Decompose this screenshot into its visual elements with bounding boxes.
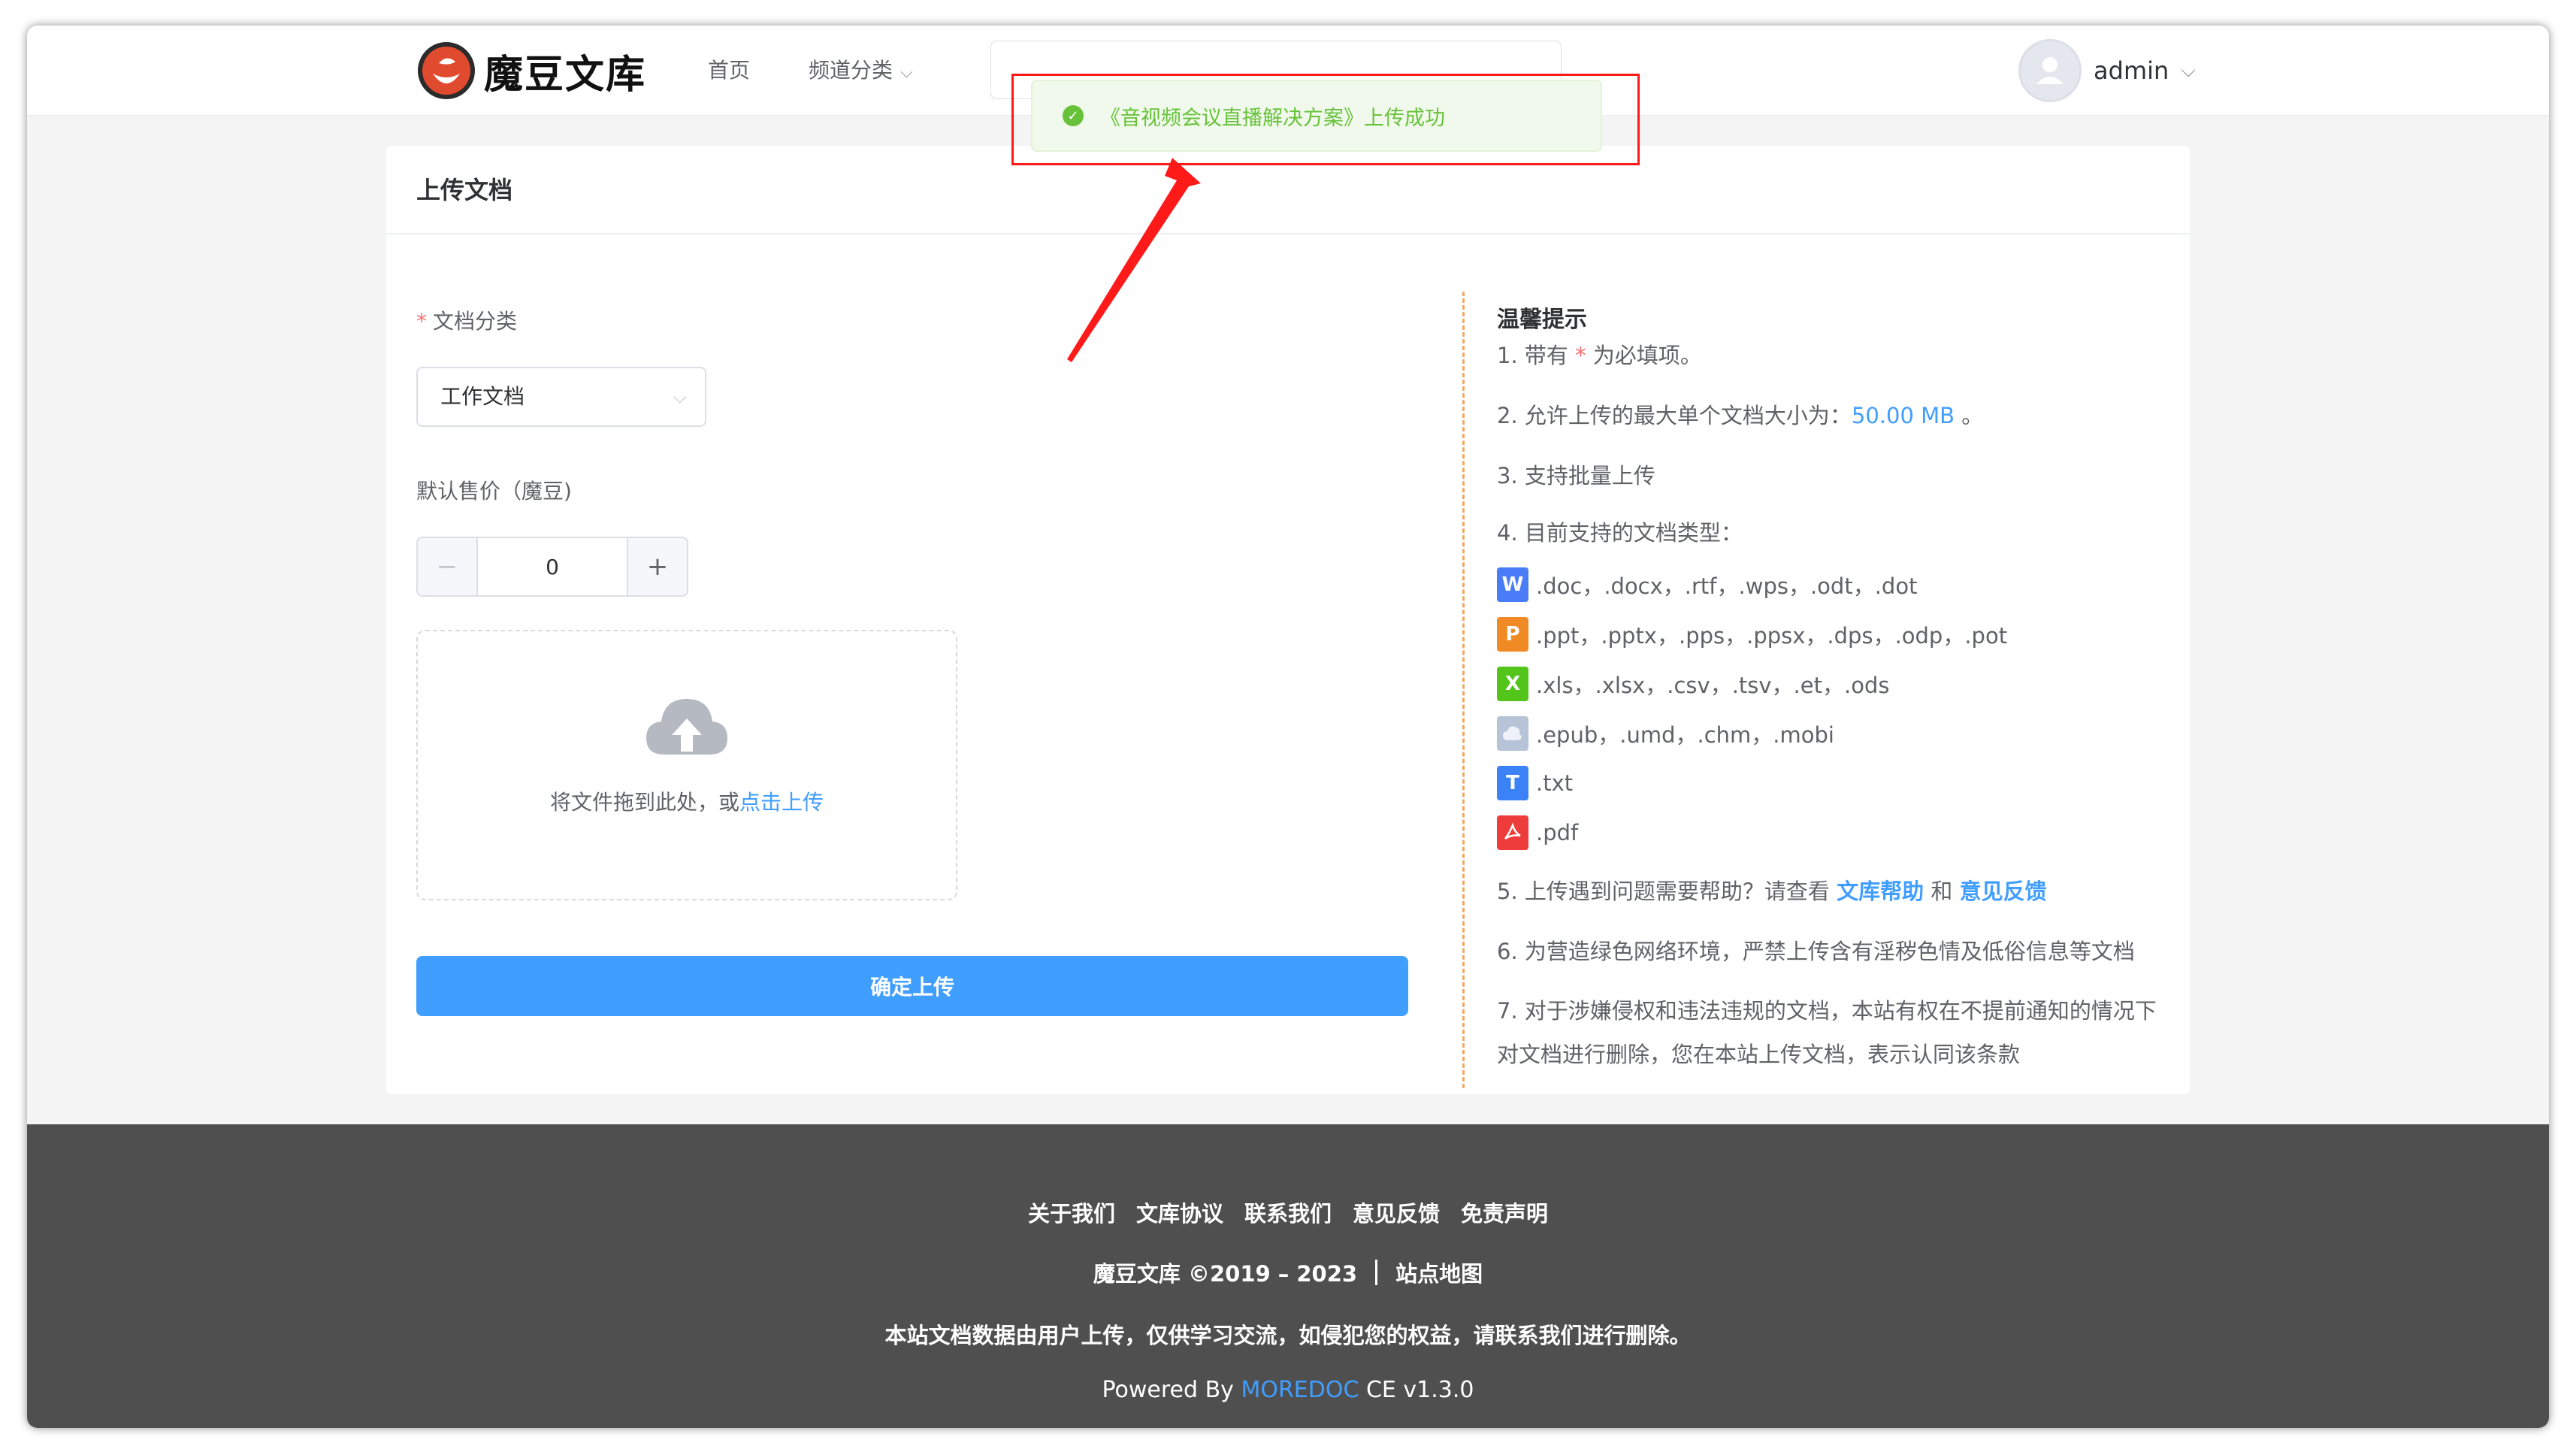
filetype-row: T .txt <box>1497 765 1573 801</box>
tip-4: 4. 目前支持的文档类型： <box>1497 520 1743 546</box>
dropzone-text: 将文件拖到此处，或点击上传 <box>418 786 956 816</box>
tip-7-line-2: 对文档进行删除，您在本站上传文档，表示认同该条款 <box>1497 1042 2021 1067</box>
filetype-exts: .ppt，.pptx，.pps，.ppsx，.dps，.odp，.pot <box>1536 623 2008 649</box>
tips-title: 温馨提示 <box>1497 307 1587 333</box>
annotation-highlight-box <box>1011 74 1640 165</box>
sitemap-link[interactable]: 站点地图 <box>1395 1257 1483 1288</box>
category-label-text: 文档分类 <box>433 309 518 334</box>
help-link[interactable]: 文库帮助 <box>1837 879 1924 904</box>
avatar[interactable] <box>2018 39 2082 102</box>
tip-1: 1. 带有 * 为必填项。 <box>1497 334 1702 377</box>
dashed-divider <box>1462 292 1465 1088</box>
chevron-down-icon: ⌵ <box>2181 59 2196 82</box>
tip-5-and: 和 <box>1930 879 1953 904</box>
logo-text: 魔豆文库 <box>484 52 647 98</box>
footer-link-disclaimer[interactable]: 免责声明 <box>1461 1196 1548 1228</box>
nav-home-label: 首页 <box>708 58 751 83</box>
filetype-exts: .txt <box>1536 770 1574 796</box>
powered-prefix: Powered By <box>1102 1377 1241 1403</box>
price-stepper: − 0 + <box>416 537 688 597</box>
excel-icon: X <box>1497 667 1528 701</box>
filetype-exts: .doc，.docx，.rtf，.wps，.odt，.dot <box>1536 573 1918 599</box>
footer-link-agreement[interactable]: 文库协议 <box>1136 1196 1223 1228</box>
copyright: 魔豆文库 ©2019 – 2023 <box>1093 1261 1358 1287</box>
tip-1-b: 为必填项。 <box>1592 343 1702 368</box>
cloud-upload-icon <box>646 699 727 755</box>
filetype-row: X .xls，.xlsx，.csv，.tsv，.et，.ods <box>1497 666 1889 702</box>
max-size: 50.00 MB <box>1851 403 1955 428</box>
price-input[interactable]: 0 <box>478 538 627 595</box>
category-label: * 文档分类 <box>416 305 517 335</box>
footer-link-about[interactable]: 关于我们 <box>1028 1196 1115 1228</box>
logo-icon <box>418 42 475 99</box>
tip-5: 5. 上传遇到问题需要帮助？请查看 文库帮助 和 意见反馈 <box>1497 870 2047 913</box>
tip-2-b: 。 <box>1961 403 1984 428</box>
nav-home[interactable]: 首页 <box>708 54 750 84</box>
footer-link-contact[interactable]: 联系我们 <box>1244 1196 1332 1228</box>
tip-3: 3. 支持批量上传 <box>1497 463 1655 489</box>
word-icon: W <box>1497 567 1528 602</box>
click-upload-link[interactable]: 点击上传 <box>739 790 824 815</box>
decrement-button[interactable]: − <box>418 538 478 595</box>
category-select[interactable]: 工作文档 ⌵ <box>416 367 706 427</box>
tip-2: 2. 允许上传的最大单个文档大小为：50.00 MB 。 <box>1497 394 1983 437</box>
filetype-exts: .pdf <box>1536 820 1579 845</box>
pdf-icon <box>1497 815 1528 850</box>
username: admin <box>2094 56 2169 85</box>
tip-1-a: 1. 带有 <box>1497 343 1568 368</box>
upload-card: 上传文档 * 文档分类 工作文档 ⌵ 默认售价（魔豆) − 0 + 将文件拖到此处… <box>386 146 2190 1094</box>
filetype-row: .epub，.umd，.chm，.mobi <box>1497 715 1834 752</box>
upload-dropzone[interactable]: 将文件拖到此处，或点击上传 <box>416 630 957 900</box>
ppt-icon: P <box>1497 617 1528 652</box>
separator <box>1375 1260 1378 1285</box>
nav-categories-label: 频道分类 <box>809 58 893 83</box>
chevron-down-icon: ⌵ <box>673 386 687 407</box>
footer-copyright-row: 魔豆文库 ©2019 – 2023 站点地图 <box>27 1257 2549 1288</box>
user-menu[interactable]: admin ⌵ <box>2018 39 2196 102</box>
epub-icon <box>1497 716 1528 751</box>
category-value: 工作文档 <box>440 384 525 409</box>
site-logo[interactable]: 魔豆文库 <box>416 41 646 101</box>
tip-1-star: * <box>1575 343 1586 368</box>
price-label: 默认售价（魔豆) <box>416 479 572 504</box>
tip-5-a: 5. 上传遇到问题需要帮助？请查看 <box>1497 879 1830 904</box>
filetype-row: P .ppt，.pptx，.pps，.ppsx，.dps，.odp，.pot <box>1497 616 2007 652</box>
footer-links: 关于我们 文库协议 联系我们 意见反馈 免责声明 <box>27 1196 2549 1228</box>
footer-link-feedback[interactable]: 意见反馈 <box>1353 1196 1440 1228</box>
nav-categories[interactable]: 频道分类 ⌵ <box>809 54 913 84</box>
browser-window: 魔豆文库 首页 频道分类 ⌵ admin ⌵ 上传文档 * 文档分类 工作文档 ⌵ <box>27 26 2549 1428</box>
dropzone-hint: 将文件拖到此处，或 <box>549 790 739 815</box>
user-icon <box>2036 57 2064 84</box>
site-footer: 关于我们 文库协议 联系我们 意见反馈 免责声明 魔豆文库 ©2019 – 20… <box>27 1124 2549 1428</box>
footer-notice: 本站文档数据由用户上传，仅供学习交流，如侵犯您的权益，请联系我们进行删除。 <box>884 1323 1692 1348</box>
filetype-exts: .xls，.xlsx，.csv，.tsv，.et，.ods <box>1536 673 1890 698</box>
powered-suffix: CE v1.3.0 <box>1359 1377 1474 1403</box>
chevron-down-icon: ⌵ <box>900 63 913 82</box>
feedback-link[interactable]: 意见反馈 <box>1960 879 2047 904</box>
filetype-row: .pdf <box>1497 815 1578 851</box>
submit-upload-button[interactable]: 确定上传 <box>416 956 1408 1016</box>
filetype-row: W .doc，.docx，.rtf，.wps，.odt，.dot <box>1497 567 1917 603</box>
increment-button[interactable]: + <box>627 538 687 595</box>
txt-icon: T <box>1497 766 1528 800</box>
moredoc-link[interactable]: MOREDOC <box>1241 1377 1359 1403</box>
tip-2-a: 2. 允许上传的最大单个文档大小为： <box>1497 403 1852 428</box>
powered-by: Powered By MOREDOC CE v1.3.0 <box>27 1377 2549 1403</box>
required-star: * <box>416 309 427 334</box>
tip-7-line-1: 7. 对于涉嫌侵权和违法违规的文档，本站有权在不提前通知的情况下 <box>1497 998 2157 1024</box>
filetype-exts: .epub，.umd，.chm，.mobi <box>1536 722 1834 748</box>
tip-6: 6. 为营造绿色网络环境，严禁上传含有淫秽色情及低俗信息等文档 <box>1497 939 2135 964</box>
